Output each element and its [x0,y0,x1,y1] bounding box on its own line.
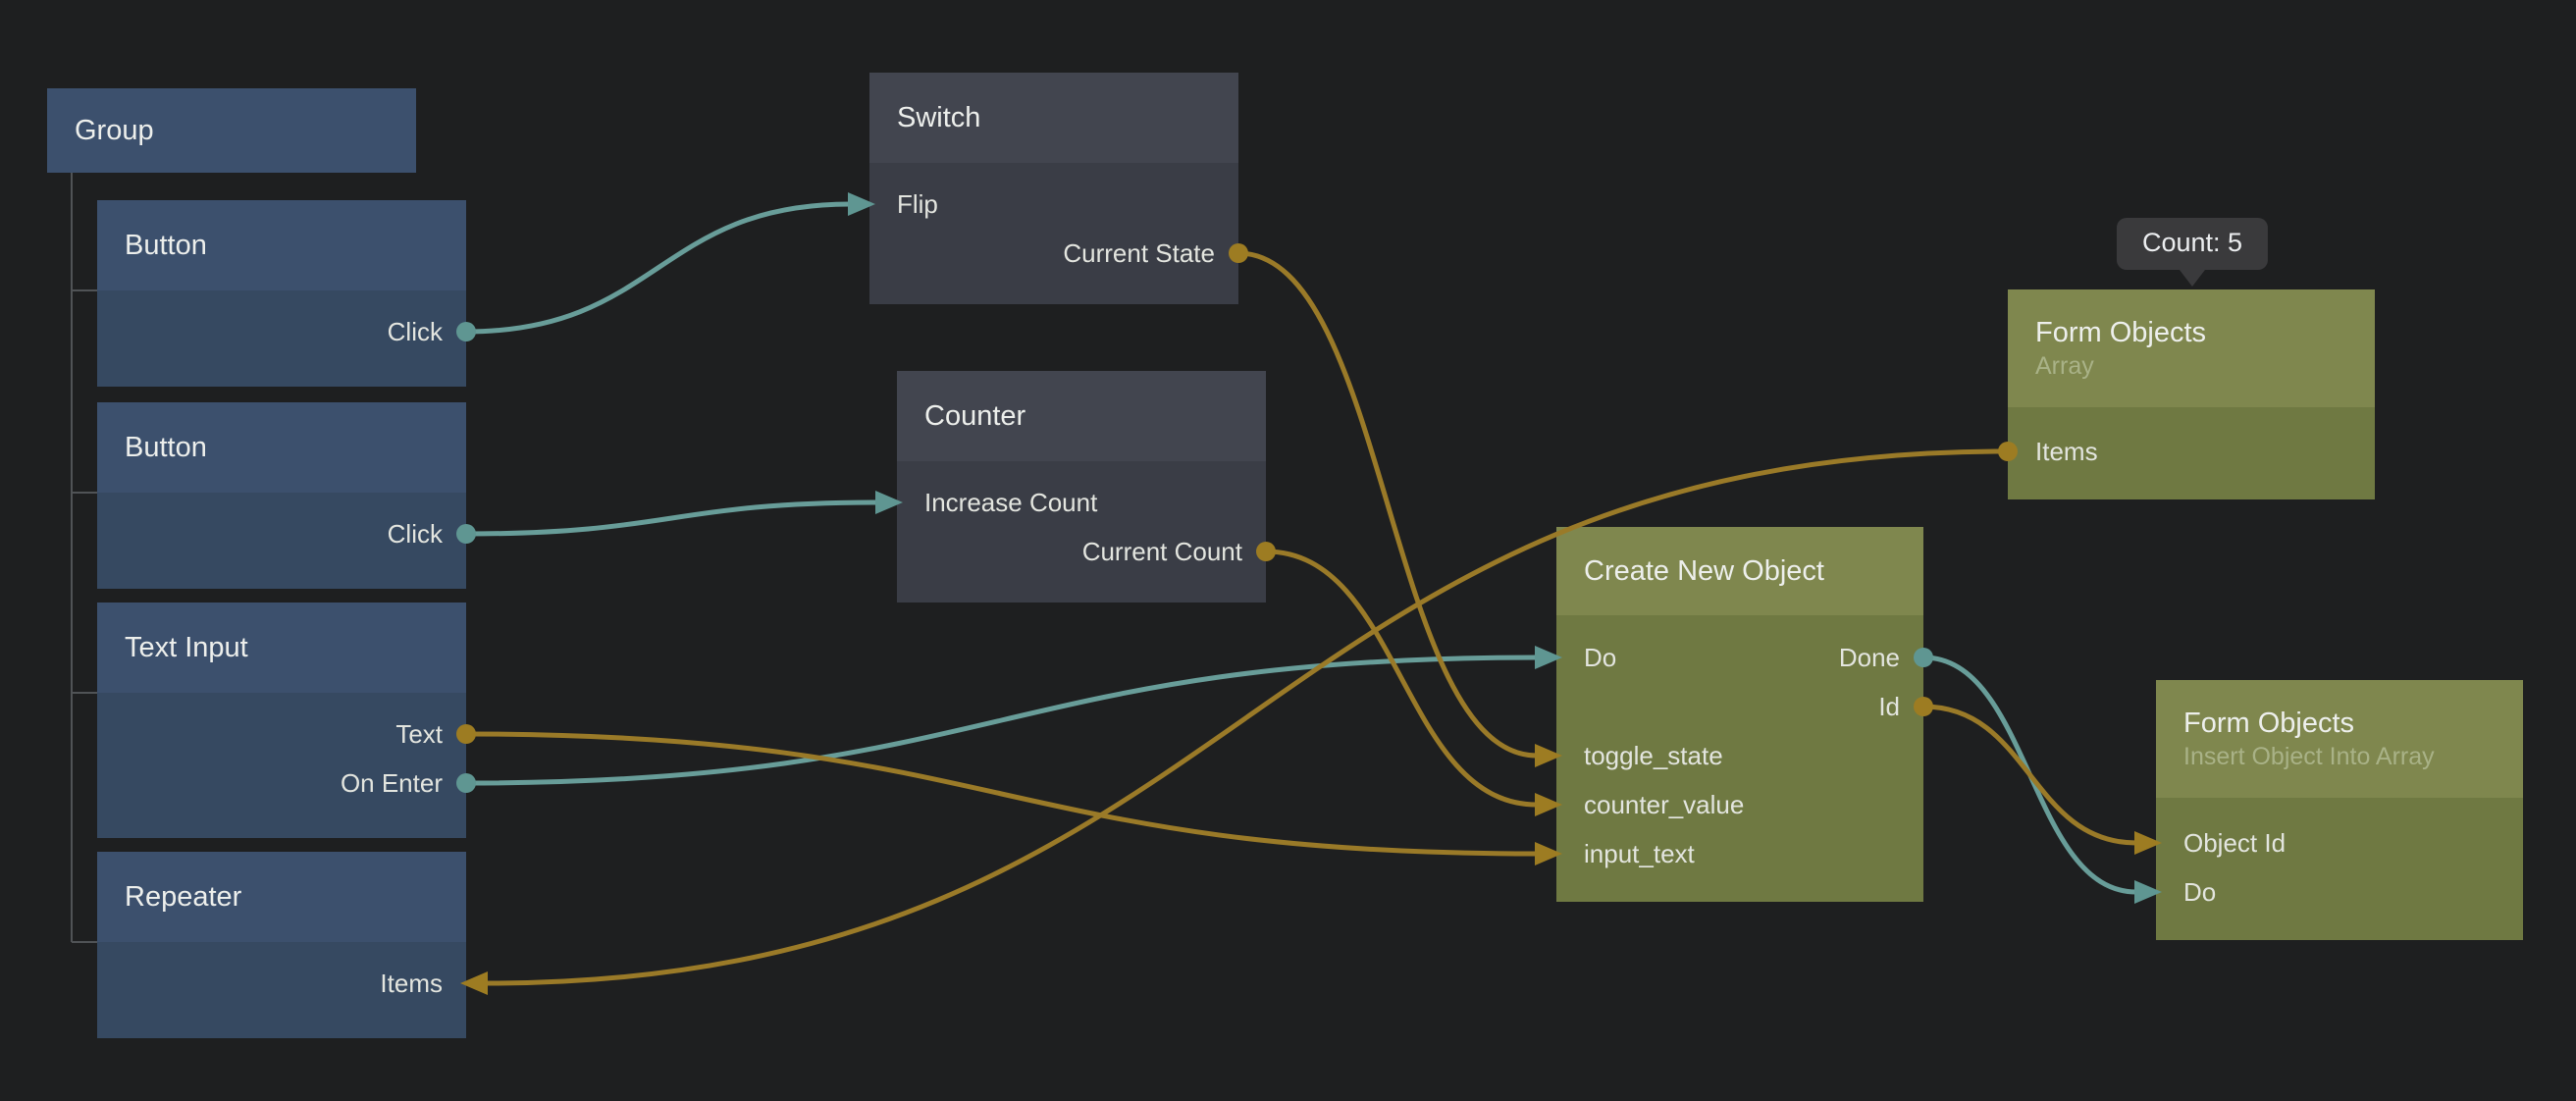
node-header: Form Objects Array [2008,289,2375,407]
node-button_1[interactable]: Button Click [97,200,466,387]
port-input-text[interactable]: input_text [1584,837,1695,870]
node-header: Switch [869,73,1238,163]
node-body [97,693,466,838]
node-header: Group [47,88,416,173]
node-text_input[interactable]: Text Input Text On Enter [97,603,466,838]
node-header: Repeater [97,852,466,942]
port-text[interactable]: Text [395,717,443,751]
node-header: Create New Object [1556,527,1923,615]
node-title: Counter [924,400,1238,433]
node-title: Button [125,432,439,464]
node-body [897,461,1266,603]
port-click[interactable]: Click [388,517,443,550]
port-items[interactable]: Items [2035,435,2098,468]
node-title: Repeater [125,881,439,914]
port-toggle-state[interactable]: toggle_state [1584,739,1723,772]
node-title: Form Objects [2183,708,2496,740]
port-do[interactable]: Do [1584,641,1616,674]
port-current-count[interactable]: Current Count [1082,535,1242,568]
port-flip[interactable]: Flip [897,187,938,221]
count-tooltip: Count: 5 [2117,218,2268,270]
node-title: Form Objects [2035,317,2347,349]
port-on-enter[interactable]: On Enter [341,766,443,800]
node-header: Text Input [97,603,466,693]
node-form_objects_array[interactable]: Form Objects Array Items [2008,289,2375,499]
port-current-state[interactable]: Current State [1063,236,1215,270]
port-do[interactable]: Do [2183,875,2216,909]
nodes-layer: GroupButtonClickButtonClickText InputTex… [0,0,2576,1101]
node-body [2156,798,2523,940]
node-canvas[interactable]: GroupButtonClickButtonClickText InputTex… [0,0,2576,1101]
node-title: Group [75,115,389,147]
port-click[interactable]: Click [388,315,443,348]
node-group[interactable]: Group [47,88,416,173]
port-counter-value[interactable]: counter_value [1584,788,1744,821]
node-button_2[interactable]: Button Click [97,402,466,589]
node-header: Button [97,200,466,290]
port-increase-count[interactable]: Increase Count [924,486,1097,519]
node-title: Create New Object [1584,555,1896,588]
node-header: Form Objects Insert Object Into Array [2156,680,2523,798]
node-title: Switch [897,102,1211,134]
port-object-id[interactable]: Object Id [2183,826,2286,860]
node-create_new_object[interactable]: Create New Object Do Done Id toggle_statecou… [1556,527,1923,902]
node-subtitle: Insert Object Into Array [2183,743,2496,771]
node-header: Counter [897,371,1266,461]
node-title: Button [125,230,439,262]
node-repeater[interactable]: Repeater Items [97,852,466,1038]
port-id[interactable]: Id [1878,690,1900,723]
node-body [869,163,1238,304]
port-done[interactable]: Done [1839,641,1900,674]
node-counter[interactable]: Counter Increase Count Current Count [897,371,1266,603]
node-header: Button [97,402,466,493]
port-items[interactable]: Items [380,967,443,1000]
node-title: Text Input [125,632,439,664]
node-switch[interactable]: Switch Flip Current State [869,73,1238,304]
node-subtitle: Array [2035,352,2347,381]
node-form_objects_insert[interactable]: Form Objects Insert Object Into Array Obje… [2156,680,2523,940]
